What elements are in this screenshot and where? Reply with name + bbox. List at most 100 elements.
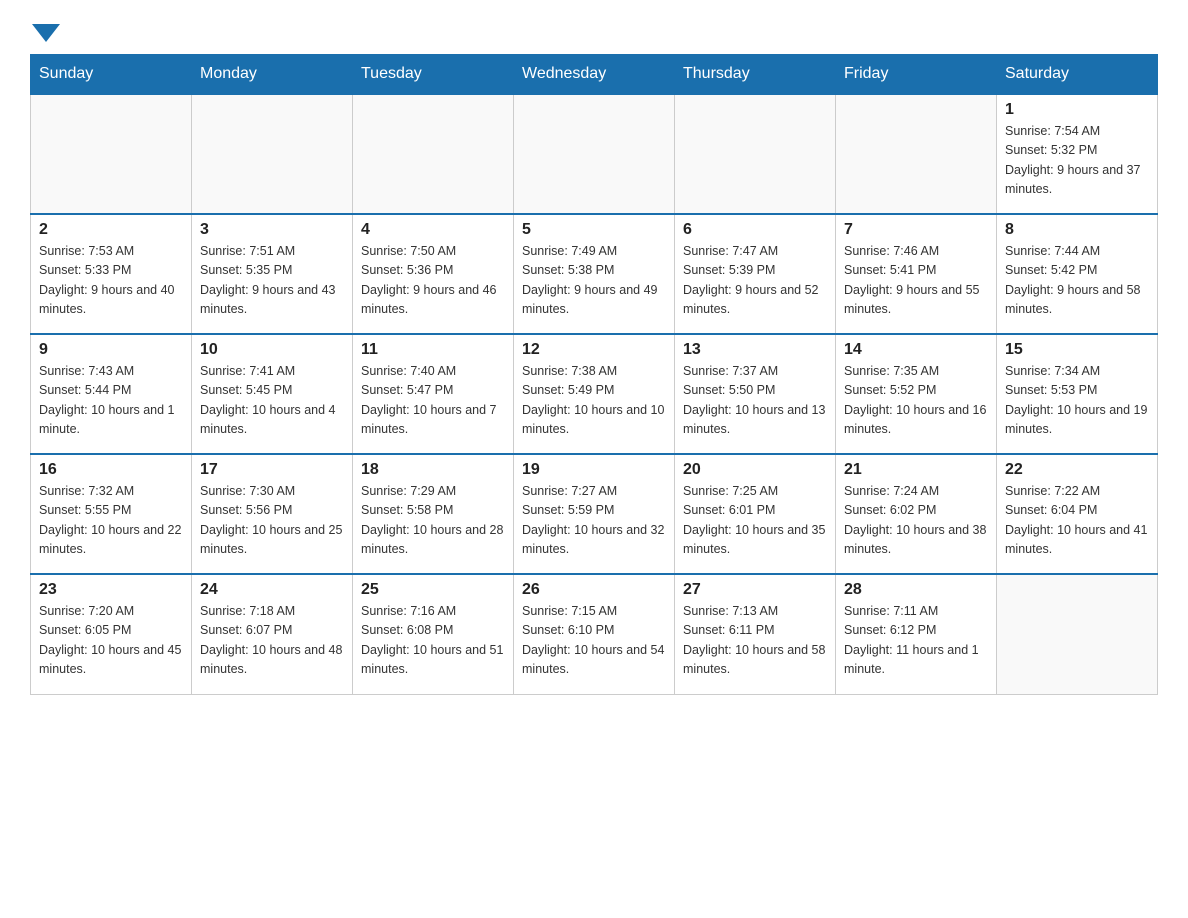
day-info: Sunrise: 7:35 AM Sunset: 5:52 PM Dayligh…: [844, 362, 988, 440]
calendar-day: 26 Sunrise: 7:15 AM Sunset: 6:10 PM Dayli…: [514, 574, 675, 694]
day-number: 7: [844, 221, 988, 239]
calendar-day: 8Sunrise: 7:44 AM Sunset: 5:42 PM Daylig…: [997, 214, 1158, 334]
day-info: Sunrise: 7:40 AM Sunset: 5:47 PM Dayligh…: [361, 362, 505, 440]
calendar-day: 3 Sunrise: 7:51 AM Sunset: 5:35 PM Daylig…: [192, 214, 353, 334]
day-number: 4: [361, 221, 505, 239]
day-info: Sunrise: 7:15 AM Sunset: 6:10 PM Dayligh…: [522, 602, 666, 680]
calendar-day: 20Sunrise: 7:25 AM Sunset: 6:01 PM Dayli…: [675, 454, 836, 574]
calendar-day: 16 Sunrise: 7:32 AM Sunset: 5:55 PM Dayli…: [31, 454, 192, 574]
day-info: Sunrise: 7:38 AM Sunset: 5:49 PM Dayligh…: [522, 362, 666, 440]
calendar-day: [997, 574, 1158, 694]
calendar-day: 24Sunrise: 7:18 AM Sunset: 6:07 PM Dayli…: [192, 574, 353, 694]
day-number: 6: [683, 221, 827, 239]
calendar-day: 15 Sunrise: 7:34 AM Sunset: 5:53 PM Dayli…: [997, 334, 1158, 454]
calendar-day: 28Sunrise: 7:11 AM Sunset: 6:12 PM Dayli…: [836, 574, 997, 694]
calendar-day: [192, 94, 353, 214]
day-number: 8: [1005, 221, 1149, 239]
day-number: 13: [683, 341, 827, 359]
day-info: Sunrise: 7:27 AM Sunset: 5:59 PM Dayligh…: [522, 482, 666, 560]
calendar-day: 27 Sunrise: 7:13 AM Sunset: 6:11 PM Dayli…: [675, 574, 836, 694]
calendar-day: 22 Sunrise: 7:22 AM Sunset: 6:04 PM Dayli…: [997, 454, 1158, 574]
day-number: 12: [522, 341, 666, 359]
day-info: Sunrise: 7:18 AM Sunset: 6:07 PM Dayligh…: [200, 602, 344, 680]
day-number: 16: [39, 461, 183, 479]
day-info: Sunrise: 7:11 AM Sunset: 6:12 PM Dayligh…: [844, 602, 988, 680]
day-number: 1: [1005, 101, 1149, 119]
day-info: Sunrise: 7:46 AM Sunset: 5:41 PM Dayligh…: [844, 242, 988, 320]
calendar-day: 11 Sunrise: 7:40 AM Sunset: 5:47 PM Dayli…: [353, 334, 514, 454]
day-number: 15: [1005, 341, 1149, 359]
weekday-header-sunday: Sunday: [31, 55, 192, 95]
day-number: 26: [522, 581, 666, 599]
day-number: 18: [361, 461, 505, 479]
calendar-day: [353, 94, 514, 214]
page-header: [30, 20, 1158, 38]
day-number: 3: [200, 221, 344, 239]
calendar-week-1: 1 Sunrise: 7:54 AM Sunset: 5:32 PM Daylig…: [31, 94, 1158, 214]
calendar-day: 18 Sunrise: 7:29 AM Sunset: 5:58 PM Dayli…: [353, 454, 514, 574]
calendar-day: 13 Sunrise: 7:37 AM Sunset: 5:50 PM Dayli…: [675, 334, 836, 454]
day-number: 27: [683, 581, 827, 599]
calendar-day: 21 Sunrise: 7:24 AM Sunset: 6:02 PM Dayli…: [836, 454, 997, 574]
logo: [30, 20, 60, 38]
day-info: Sunrise: 7:51 AM Sunset: 5:35 PM Dayligh…: [200, 242, 344, 320]
weekday-header-row: SundayMondayTuesdayWednesdayThursdayFrid…: [31, 55, 1158, 95]
day-info: Sunrise: 7:13 AM Sunset: 6:11 PM Dayligh…: [683, 602, 827, 680]
weekday-header-saturday: Saturday: [997, 55, 1158, 95]
day-info: Sunrise: 7:49 AM Sunset: 5:38 PM Dayligh…: [522, 242, 666, 320]
day-number: 25: [361, 581, 505, 599]
day-number: 21: [844, 461, 988, 479]
calendar-day: 1 Sunrise: 7:54 AM Sunset: 5:32 PM Daylig…: [997, 94, 1158, 214]
day-number: 17: [200, 461, 344, 479]
calendar-day: 9 Sunrise: 7:43 AM Sunset: 5:44 PM Daylig…: [31, 334, 192, 454]
day-info: Sunrise: 7:30 AM Sunset: 5:56 PM Dayligh…: [200, 482, 344, 560]
day-info: Sunrise: 7:47 AM Sunset: 5:39 PM Dayligh…: [683, 242, 827, 320]
day-info: Sunrise: 7:50 AM Sunset: 5:36 PM Dayligh…: [361, 242, 505, 320]
calendar-day: 14 Sunrise: 7:35 AM Sunset: 5:52 PM Dayli…: [836, 334, 997, 454]
calendar-day: [514, 94, 675, 214]
day-number: 23: [39, 581, 183, 599]
calendar-week-3: 9 Sunrise: 7:43 AM Sunset: 5:44 PM Daylig…: [31, 334, 1158, 454]
calendar-week-5: 23 Sunrise: 7:20 AM Sunset: 6:05 PM Dayli…: [31, 574, 1158, 694]
day-number: 11: [361, 341, 505, 359]
logo-triangle-icon: [32, 24, 60, 42]
day-number: 22: [1005, 461, 1149, 479]
calendar-day: 17 Sunrise: 7:30 AM Sunset: 5:56 PM Dayli…: [192, 454, 353, 574]
day-number: 19: [522, 461, 666, 479]
day-number: 5: [522, 221, 666, 239]
day-info: Sunrise: 7:37 AM Sunset: 5:50 PM Dayligh…: [683, 362, 827, 440]
calendar-body: 1 Sunrise: 7:54 AM Sunset: 5:32 PM Daylig…: [31, 94, 1158, 694]
calendar-day: 25 Sunrise: 7:16 AM Sunset: 6:08 PM Dayli…: [353, 574, 514, 694]
day-info: Sunrise: 7:20 AM Sunset: 6:05 PM Dayligh…: [39, 602, 183, 680]
calendar-table: SundayMondayTuesdayWednesdayThursdayFrid…: [30, 54, 1158, 695]
day-info: Sunrise: 7:29 AM Sunset: 5:58 PM Dayligh…: [361, 482, 505, 560]
day-info: Sunrise: 7:32 AM Sunset: 5:55 PM Dayligh…: [39, 482, 183, 560]
calendar-day: 19 Sunrise: 7:27 AM Sunset: 5:59 PM Dayli…: [514, 454, 675, 574]
day-info: Sunrise: 7:34 AM Sunset: 5:53 PM Dayligh…: [1005, 362, 1149, 440]
calendar-day: [836, 94, 997, 214]
weekday-header-wednesday: Wednesday: [514, 55, 675, 95]
day-number: 20: [683, 461, 827, 479]
day-number: 9: [39, 341, 183, 359]
day-info: Sunrise: 7:16 AM Sunset: 6:08 PM Dayligh…: [361, 602, 505, 680]
weekday-header-friday: Friday: [836, 55, 997, 95]
calendar-day: 2Sunrise: 7:53 AM Sunset: 5:33 PM Daylig…: [31, 214, 192, 334]
calendar-day: 7 Sunrise: 7:46 AM Sunset: 5:41 PM Daylig…: [836, 214, 997, 334]
calendar-week-2: 2Sunrise: 7:53 AM Sunset: 5:33 PM Daylig…: [31, 214, 1158, 334]
day-info: Sunrise: 7:22 AM Sunset: 6:04 PM Dayligh…: [1005, 482, 1149, 560]
day-info: Sunrise: 7:24 AM Sunset: 6:02 PM Dayligh…: [844, 482, 988, 560]
day-info: Sunrise: 7:54 AM Sunset: 5:32 PM Dayligh…: [1005, 122, 1149, 200]
calendar-day: 6 Sunrise: 7:47 AM Sunset: 5:39 PM Daylig…: [675, 214, 836, 334]
logo-general: [30, 20, 60, 42]
calendar-day: 10 Sunrise: 7:41 AM Sunset: 5:45 PM Dayli…: [192, 334, 353, 454]
day-number: 10: [200, 341, 344, 359]
day-info: Sunrise: 7:41 AM Sunset: 5:45 PM Dayligh…: [200, 362, 344, 440]
day-info: Sunrise: 7:43 AM Sunset: 5:44 PM Dayligh…: [39, 362, 183, 440]
calendar-week-4: 16 Sunrise: 7:32 AM Sunset: 5:55 PM Dayli…: [31, 454, 1158, 574]
day-number: 14: [844, 341, 988, 359]
weekday-header-thursday: Thursday: [675, 55, 836, 95]
calendar-day: 5 Sunrise: 7:49 AM Sunset: 5:38 PM Daylig…: [514, 214, 675, 334]
day-info: Sunrise: 7:53 AM Sunset: 5:33 PM Dayligh…: [39, 242, 183, 320]
calendar-day: 23 Sunrise: 7:20 AM Sunset: 6:05 PM Dayli…: [31, 574, 192, 694]
calendar-day: [31, 94, 192, 214]
